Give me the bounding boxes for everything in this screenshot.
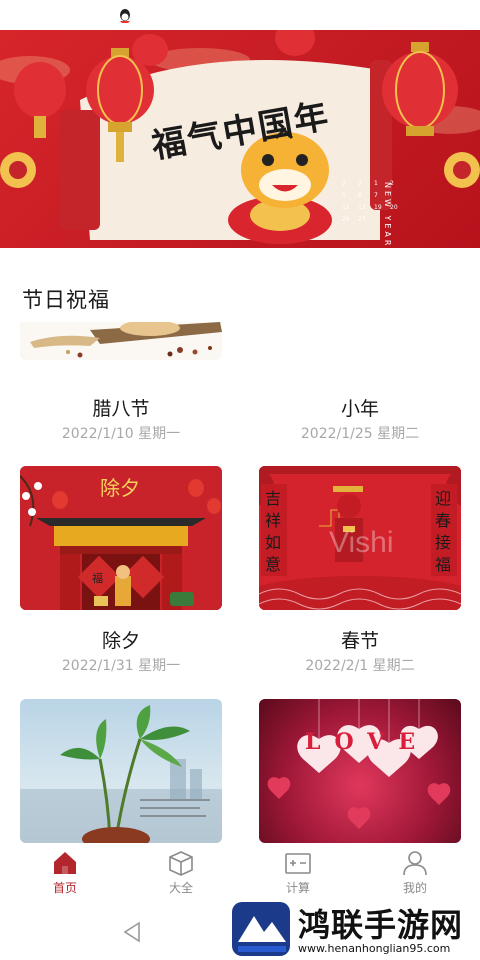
card-date: 2022/2/1 星期二 bbox=[305, 658, 415, 674]
card-thumbnail bbox=[20, 322, 222, 360]
tab-profile[interactable]: 我的 bbox=[365, 843, 465, 903]
card-date: 2022/1/25 星期二 bbox=[300, 426, 420, 442]
tab-home[interactable]: 首页 bbox=[15, 843, 115, 903]
calendar-number: 20 bbox=[390, 204, 398, 211]
qq-notification-icon bbox=[120, 9, 130, 23]
tab-label: 大全 bbox=[168, 881, 193, 895]
calendar-number: 1 bbox=[374, 180, 378, 187]
card-thumbnail: 吉祥如意 迎春接福 Vishi bbox=[259, 466, 461, 610]
calendar-number: 12 bbox=[342, 204, 350, 211]
user-icon bbox=[403, 851, 427, 876]
status-bar bbox=[0, 0, 480, 30]
calendar-number: 2 bbox=[342, 180, 346, 187]
bottom-tab-bar: 首页 大全 计算 我的 bbox=[0, 843, 480, 903]
card-title: 春节 bbox=[340, 630, 379, 652]
door-fu-character: 福 bbox=[92, 572, 103, 585]
left-couplet: 吉祥如意 bbox=[265, 489, 282, 574]
tab-label: 计算 bbox=[285, 881, 310, 895]
site-watermark: 鸿联手游网 www.henanhonglian95.com bbox=[228, 898, 480, 960]
love-text: LOVE bbox=[305, 729, 430, 755]
card-thumbnail-text: 除夕 bbox=[100, 476, 140, 500]
calendar-number: 19 bbox=[374, 204, 382, 211]
calendar-number: 27 bbox=[358, 216, 366, 223]
calendar-number: 2 bbox=[358, 180, 362, 187]
back-icon[interactable] bbox=[122, 921, 142, 943]
card-title: 小年 bbox=[340, 398, 379, 420]
calendar-number: 5 bbox=[342, 192, 346, 199]
tab-collection[interactable]: 大全 bbox=[131, 843, 231, 903]
card-date: 2022/1/10 星期一 bbox=[61, 426, 181, 442]
tab-label: 我的 bbox=[402, 881, 427, 895]
card-thumbnail bbox=[20, 699, 222, 843]
banner-side-text: NEW YEAR bbox=[383, 182, 392, 248]
calculator-icon bbox=[285, 853, 311, 874]
calendar-number: 2 bbox=[390, 180, 394, 187]
card-date: 2022/1/31 星期一 bbox=[61, 658, 181, 674]
calendar-number: 13 bbox=[358, 204, 366, 211]
card-title: 除夕 bbox=[101, 630, 140, 652]
home-icon bbox=[54, 852, 76, 874]
watermark-title: 鸿联手游网 bbox=[298, 906, 464, 944]
thumbnail-watermark: Vishi bbox=[329, 526, 394, 559]
calendar-number: 7 bbox=[374, 192, 378, 199]
calendar-number: 26 bbox=[342, 216, 350, 223]
section-title: 节日祝福 bbox=[22, 288, 110, 312]
hero-banner[interactable]: 福气中国年 NEW YEAR 2 2 1 2 5 6 7 12 13 19 20… bbox=[0, 30, 480, 248]
card-title: 腊八节 bbox=[92, 398, 150, 420]
tab-calculator[interactable]: 计算 bbox=[248, 843, 348, 903]
watermark-url: www.henanhonglian95.com bbox=[298, 942, 451, 955]
box-icon bbox=[169, 851, 193, 876]
watermark-logo-icon bbox=[232, 902, 290, 956]
right-couplet: 迎春接福 bbox=[435, 489, 452, 574]
calendar-number: 6 bbox=[358, 192, 362, 199]
tab-label: 首页 bbox=[52, 881, 77, 895]
card-thumbnail: LOVE bbox=[259, 699, 461, 843]
card-thumbnail: 除夕 福 bbox=[20, 466, 222, 610]
